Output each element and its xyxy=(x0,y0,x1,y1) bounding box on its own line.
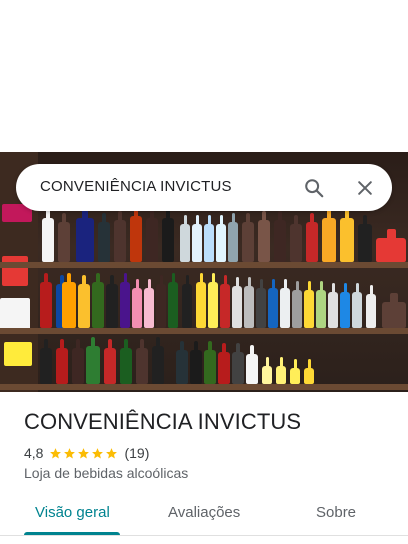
search-icon[interactable] xyxy=(299,173,329,203)
bottle xyxy=(40,339,52,384)
place-category[interactable]: Loja de bebidas alcoólicas xyxy=(24,465,188,481)
star-icon xyxy=(106,447,118,458)
bottle xyxy=(168,273,178,328)
bottle xyxy=(180,215,190,262)
bottle xyxy=(156,275,166,328)
place-tabs: Visão geral Avaliações Sobre xyxy=(0,492,408,544)
bottle xyxy=(62,273,76,328)
bottle xyxy=(376,229,406,262)
bottle xyxy=(104,339,116,384)
bottle xyxy=(228,213,238,262)
bottle xyxy=(120,339,132,384)
bottle xyxy=(176,341,188,384)
bottle xyxy=(120,273,130,328)
bottle xyxy=(208,273,218,328)
star-icon xyxy=(50,447,62,458)
bottle xyxy=(190,341,202,384)
bottle xyxy=(352,283,362,328)
photo-box xyxy=(2,256,28,286)
bottle xyxy=(268,279,278,328)
bottle xyxy=(218,343,230,384)
bottle xyxy=(304,281,314,328)
bottle xyxy=(182,275,192,328)
bottle xyxy=(316,281,326,328)
bottle xyxy=(130,207,142,262)
bottle xyxy=(322,209,336,262)
star-icon xyxy=(92,447,104,458)
bottle xyxy=(42,209,54,262)
bottle xyxy=(276,357,286,384)
bottle xyxy=(152,337,164,384)
bottle xyxy=(204,215,214,262)
bottle xyxy=(106,275,118,328)
bottle xyxy=(290,359,300,384)
bottle xyxy=(358,215,372,262)
star-icon xyxy=(78,447,90,458)
bottle xyxy=(136,339,148,384)
close-icon[interactable] xyxy=(350,173,380,203)
bottle xyxy=(86,337,100,384)
rating-stars xyxy=(49,447,118,460)
bottle xyxy=(132,279,142,328)
tab-reviews[interactable]: Avaliações xyxy=(168,504,240,521)
bottle xyxy=(304,359,314,384)
bottle xyxy=(196,273,206,328)
bottle xyxy=(204,341,216,384)
rating-row[interactable]: 4,8 (19) xyxy=(24,444,149,462)
tabs-divider xyxy=(0,535,408,536)
bottle xyxy=(232,343,244,384)
search-query[interactable]: CONVENIÊNCIA INVICTUS xyxy=(40,178,232,195)
map-blank-area xyxy=(0,0,408,152)
bottle xyxy=(162,209,174,262)
bottle xyxy=(114,211,126,262)
bottle xyxy=(76,209,94,262)
bottle xyxy=(280,279,290,328)
bottle xyxy=(232,277,242,328)
bottle xyxy=(144,279,154,328)
bottle xyxy=(290,215,302,262)
star-icon xyxy=(64,447,76,458)
bottle xyxy=(274,211,286,262)
bottle xyxy=(242,213,254,262)
bottle xyxy=(292,281,302,328)
bottle xyxy=(192,215,202,262)
shelf xyxy=(0,262,408,268)
bottle xyxy=(56,339,68,384)
bottle xyxy=(72,339,84,384)
bottle xyxy=(146,209,158,262)
bottle xyxy=(382,293,406,328)
shelf xyxy=(0,384,408,390)
bottle xyxy=(246,345,258,384)
bottle xyxy=(244,277,254,328)
bottle xyxy=(58,213,70,262)
shelf xyxy=(0,328,408,334)
bottle xyxy=(78,275,90,328)
tab-overview[interactable]: Visão geral xyxy=(35,504,110,521)
bottle xyxy=(92,273,104,328)
bottle xyxy=(98,213,110,262)
rating-value: 4,8 xyxy=(24,445,44,461)
bottle xyxy=(306,213,318,262)
bottle xyxy=(340,209,354,262)
place-title: CONVENIÊNCIA INVICTUS xyxy=(24,409,302,434)
review-count[interactable]: (19) xyxy=(124,445,149,461)
bottle xyxy=(366,285,376,328)
bottle xyxy=(216,215,226,262)
search-bar[interactable]: CONVENIÊNCIA INVICTUS xyxy=(16,164,392,211)
bottle xyxy=(258,211,270,262)
tab-about[interactable]: Sobre xyxy=(316,504,356,521)
bottle xyxy=(256,279,266,328)
bottle xyxy=(262,357,272,384)
bottle xyxy=(40,273,52,328)
photo-box xyxy=(4,342,32,366)
bottle xyxy=(340,283,350,328)
bottle xyxy=(220,275,230,328)
bottle xyxy=(328,283,338,328)
